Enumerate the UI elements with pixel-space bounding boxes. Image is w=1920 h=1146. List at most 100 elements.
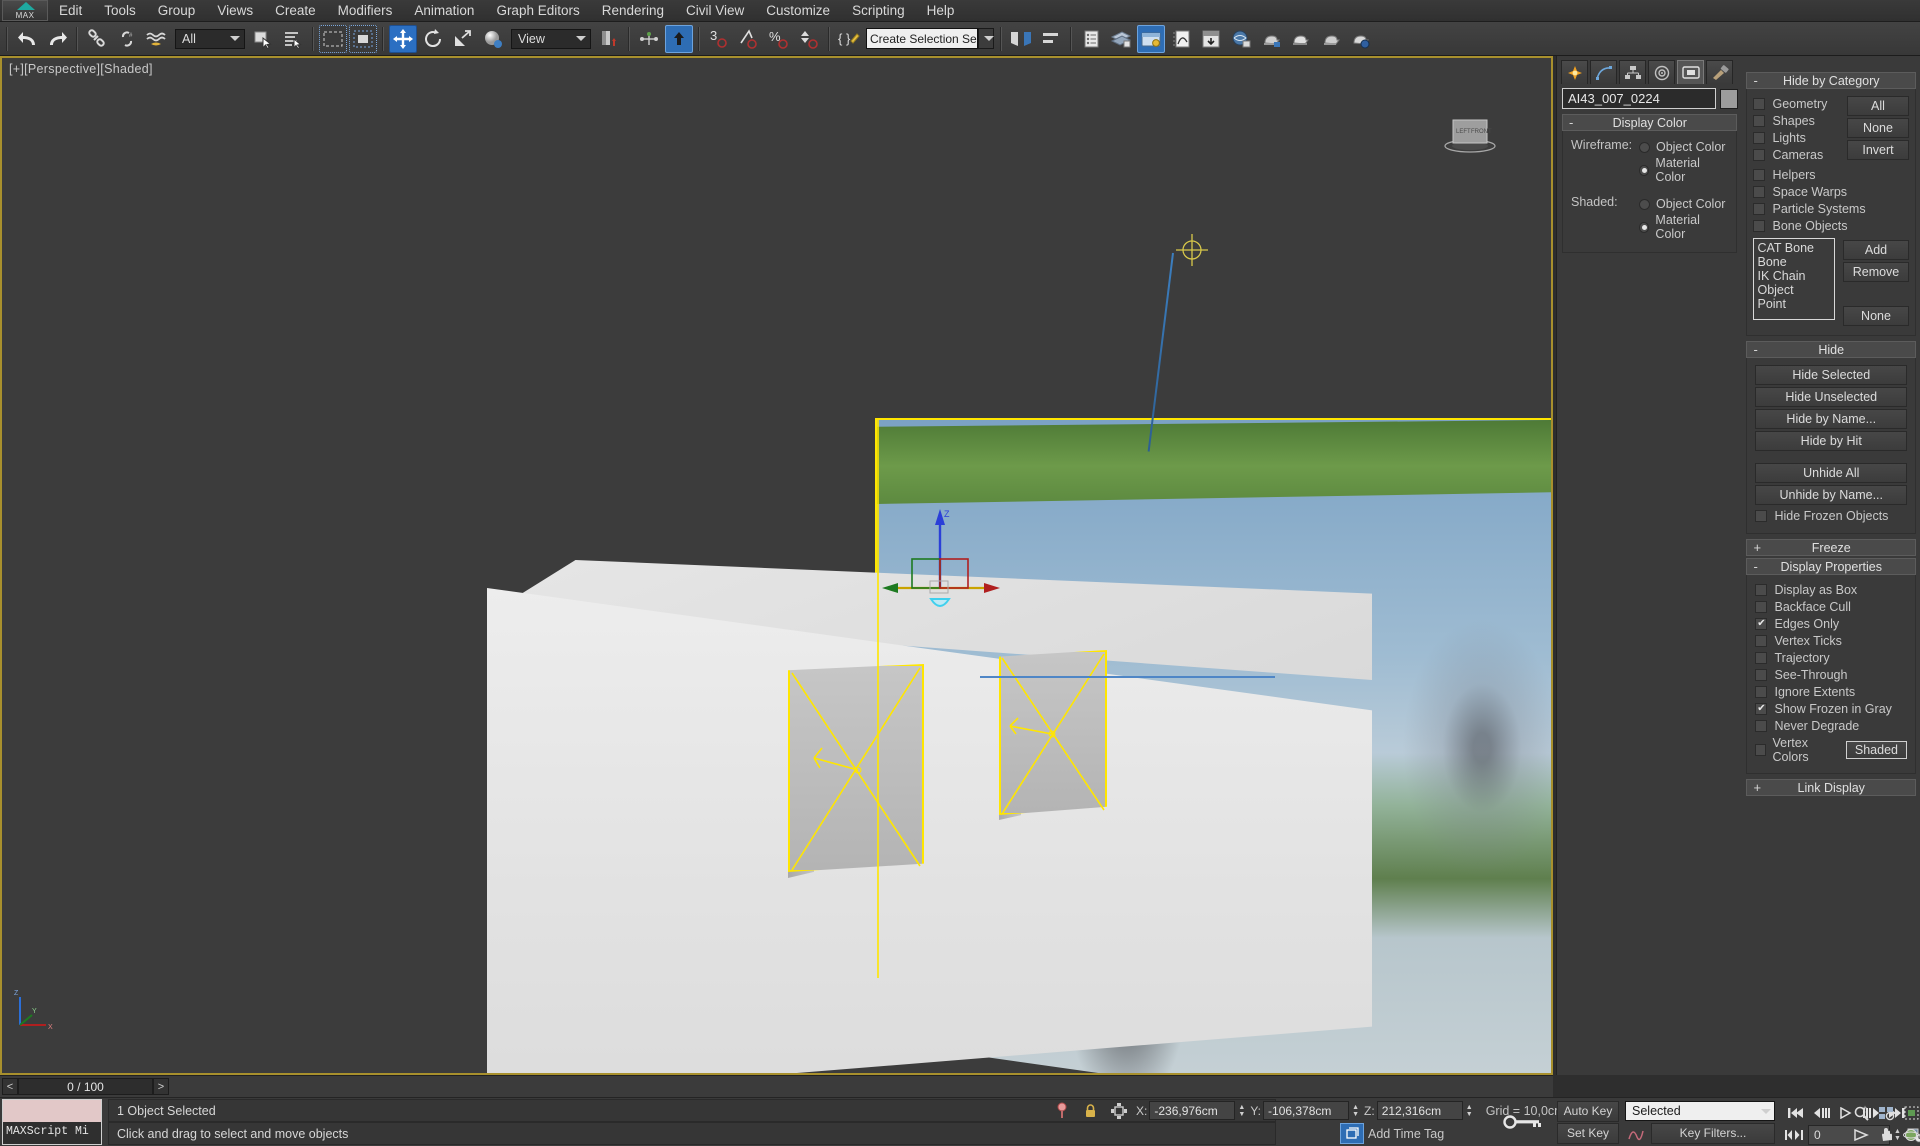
category-shapes[interactable]: Shapes bbox=[1753, 114, 1840, 128]
named-selection-set-control[interactable]: Create Selection Se bbox=[866, 28, 994, 49]
pin-stack-icon[interactable] bbox=[1050, 1101, 1074, 1120]
checkbox-indicator[interactable] bbox=[1753, 98, 1766, 110]
selection-lock-icon[interactable] bbox=[1078, 1103, 1102, 1119]
menu-item-customize[interactable]: Customize bbox=[755, 1, 841, 20]
display-properties-rollout-header[interactable]: - Display Properties bbox=[1746, 558, 1916, 575]
material-editor-icon[interactable] bbox=[1137, 24, 1165, 53]
bone-object-types-listbox[interactable]: CAT Bone Bone IK Chain Object Point bbox=[1753, 238, 1835, 320]
rectangular-selection-region-icon[interactable] bbox=[319, 24, 347, 53]
z-spinner[interactable]: ▲ ▼ bbox=[1465, 1101, 1474, 1120]
menu-item-graph-editors[interactable]: Graph Editors bbox=[485, 1, 590, 20]
key-mode-combo[interactable]: Selected bbox=[1625, 1101, 1775, 1121]
use-pivot-center-flyout-icon[interactable] bbox=[479, 25, 507, 53]
render-in-cloud-icon[interactable] bbox=[1227, 25, 1255, 53]
mirror-icon[interactable] bbox=[1007, 25, 1035, 53]
bind-to-space-warp-icon[interactable] bbox=[143, 25, 171, 53]
maxscript-listener-input[interactable] bbox=[3, 1100, 101, 1122]
set-key-button[interactable]: Set Key bbox=[1557, 1123, 1619, 1144]
category-all-button[interactable]: All bbox=[1847, 96, 1909, 116]
checkbox-indicator[interactable] bbox=[1753, 220, 1766, 232]
checkbox-indicator[interactable] bbox=[1755, 720, 1768, 732]
key-toggle-icon[interactable] bbox=[1495, 1104, 1551, 1140]
trajectory-checkbox[interactable]: Trajectory bbox=[1755, 651, 1907, 665]
see-through-checkbox[interactable]: See-Through bbox=[1755, 668, 1907, 682]
menu-item-tools[interactable]: Tools bbox=[93, 1, 147, 20]
hide-rollout-header[interactable]: - Hide bbox=[1746, 341, 1916, 358]
maxscript-mini-listener-label[interactable]: MAXScript Mi bbox=[3, 1122, 101, 1144]
select-by-name-icon[interactable] bbox=[279, 25, 307, 53]
track-bar[interactable]: < 0 / 100 > bbox=[0, 1075, 1553, 1097]
wireframe-material-color-radio[interactable]: Material Color bbox=[1638, 156, 1729, 184]
create-tab[interactable] bbox=[1561, 60, 1588, 84]
menu-item-civil-view[interactable]: Civil View bbox=[675, 1, 755, 20]
radio-indicator[interactable] bbox=[1638, 198, 1650, 210]
checkbox-indicator[interactable] bbox=[1753, 186, 1766, 198]
viewcube-widget[interactable]: LEFT FRONT bbox=[1441, 108, 1499, 154]
go-to-start-icon[interactable] bbox=[1785, 1102, 1807, 1123]
max-logo-button[interactable]: MAX bbox=[2, 0, 48, 21]
menu-item-rendering[interactable]: Rendering bbox=[591, 1, 675, 20]
angle-snap-toggle-icon[interactable] bbox=[735, 25, 763, 53]
display-tab[interactable] bbox=[1677, 60, 1704, 84]
checkbox-indicator[interactable] bbox=[1755, 618, 1768, 630]
category-bone-objects[interactable]: Bone Objects bbox=[1753, 219, 1909, 233]
vertex-colors-shaded-button[interactable]: Shaded bbox=[1845, 741, 1907, 759]
display-properties-collapse-icon[interactable]: - bbox=[1753, 559, 1757, 574]
object-name-field[interactable]: AI43_007_0224 bbox=[1562, 88, 1717, 109]
orbit-icon[interactable] bbox=[1901, 1124, 1920, 1145]
never-degrade-checkbox[interactable]: Never Degrade bbox=[1755, 719, 1907, 733]
checkbox-indicator[interactable] bbox=[1755, 652, 1768, 664]
vertex-colors-row[interactable]: Vertex Colors Shaded bbox=[1755, 736, 1907, 764]
layer-manager-icon[interactable] bbox=[1077, 25, 1105, 53]
scene-explorer-icon[interactable] bbox=[1107, 25, 1135, 53]
link-display-expand-icon[interactable]: + bbox=[1753, 780, 1761, 795]
activeshade-icon[interactable] bbox=[1317, 25, 1345, 53]
list-item[interactable]: Point bbox=[1757, 297, 1831, 311]
zoom-all-icon[interactable] bbox=[1876, 1102, 1898, 1123]
curve-editor-icon[interactable] bbox=[1167, 25, 1195, 53]
checkbox-indicator[interactable] bbox=[1753, 115, 1766, 127]
select-object-icon[interactable] bbox=[249, 25, 277, 53]
reference-coordinate-combo[interactable]: View bbox=[511, 28, 591, 49]
list-item[interactable]: IK Chain Object bbox=[1757, 269, 1831, 297]
radio-indicator[interactable] bbox=[1638, 164, 1650, 176]
freeze-expand-icon[interactable]: + bbox=[1753, 540, 1761, 555]
unhide-all-button[interactable]: Unhide All bbox=[1755, 463, 1907, 483]
menu-item-scripting[interactable]: Scripting bbox=[841, 1, 916, 20]
category-invert-button[interactable]: Invert bbox=[1847, 140, 1909, 160]
coordinate-z[interactable]: Z: 212,316cm ▲ ▼ bbox=[1364, 1101, 1474, 1120]
select-and-rotate-icon[interactable] bbox=[419, 25, 447, 53]
category-helpers[interactable]: Helpers bbox=[1753, 168, 1909, 182]
shaded-material-color-radio[interactable]: Material Color bbox=[1638, 213, 1729, 241]
redo-button[interactable] bbox=[43, 25, 71, 53]
select-and-move-icon[interactable] bbox=[389, 24, 417, 53]
radio-indicator[interactable] bbox=[1638, 221, 1650, 233]
zoom-icon[interactable]: + bbox=[1851, 1102, 1873, 1123]
hide-collapse-icon[interactable]: - bbox=[1753, 342, 1757, 357]
set-key-filters-curve-icon[interactable] bbox=[1625, 1123, 1647, 1144]
hide-by-category-rollout-header[interactable]: - Hide by Category bbox=[1746, 72, 1916, 89]
previous-frame-arrow[interactable]: < bbox=[2, 1078, 18, 1095]
field-of-view-icon[interactable] bbox=[1851, 1124, 1873, 1145]
checkbox-indicator[interactable] bbox=[1755, 584, 1768, 596]
checkbox-indicator[interactable] bbox=[1753, 149, 1766, 161]
y-field[interactable]: -106,378cm bbox=[1263, 1101, 1350, 1120]
use-center-flyout-icon[interactable] bbox=[595, 25, 623, 53]
shaded-object-color-radio[interactable]: Object Color bbox=[1638, 197, 1729, 211]
list-item[interactable]: Bone bbox=[1757, 255, 1831, 269]
checkbox-indicator[interactable] bbox=[1755, 601, 1768, 613]
category-cameras[interactable]: Cameras bbox=[1753, 148, 1840, 162]
menu-item-create[interactable]: Create bbox=[264, 1, 327, 20]
checkbox-indicator[interactable] bbox=[1755, 669, 1768, 681]
coordinate-y[interactable]: Y: -106,378cm ▲ ▼ bbox=[1250, 1101, 1360, 1120]
checkbox-indicator[interactable] bbox=[1755, 703, 1768, 715]
menu-item-group[interactable]: Group bbox=[147, 1, 207, 20]
menu-item-help[interactable]: Help bbox=[916, 1, 966, 20]
remove-button[interactable]: Remove bbox=[1843, 262, 1909, 282]
window-opening-1[interactable] bbox=[788, 664, 924, 872]
light-gizmo-icon[interactable] bbox=[1162, 226, 1222, 274]
freeze-rollout-header[interactable]: + Freeze bbox=[1746, 539, 1916, 556]
checkbox-indicator[interactable] bbox=[1753, 169, 1766, 181]
x-spinner[interactable]: ▲ ▼ bbox=[1237, 1101, 1246, 1120]
time-tag-icon[interactable] bbox=[1340, 1123, 1364, 1144]
